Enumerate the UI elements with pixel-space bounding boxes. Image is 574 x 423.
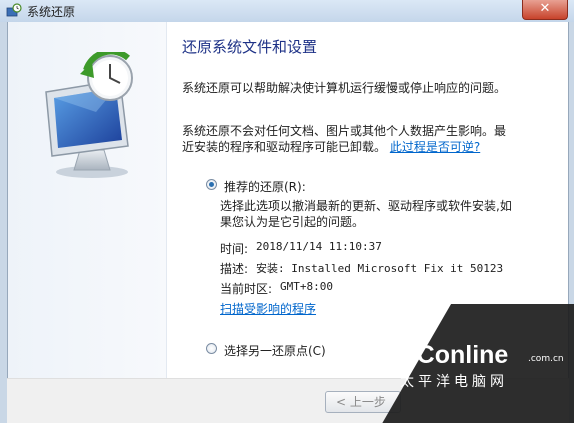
time-label: 时间:: [220, 242, 249, 256]
watermark-brand: PConline: [400, 341, 509, 369]
choose-other-restore-point-label[interactable]: 选择另一还原点(C): [224, 342, 326, 359]
restore-time-row: 时间: 2018/11/14 11:10:37: [220, 240, 520, 256]
watermark-site-name: 太平洋电脑网: [400, 374, 508, 390]
recommended-restore-label[interactable]: 推荐的还原(R):: [224, 178, 306, 195]
restore-description-row: 描述: 安装: Installed Microsoft Fix it 50123: [220, 260, 550, 276]
system-restore-icon: [6, 3, 22, 19]
reversible-link[interactable]: 此过程是否可逆?: [390, 140, 480, 154]
page-title: 还原系统文件和设置: [182, 38, 318, 56]
recommended-restore-description: 选择此选项以撤消最新的更新、驱动程序或软件安装,如果您认为是它引起的问题。: [220, 199, 512, 229]
system-restore-window: 系统还原 ✕ 还原系统文件和设置 系统还原可以帮助解决使计算机运行缓慢或停止响应…: [0, 0, 574, 423]
close-button[interactable]: ✕: [522, 0, 568, 20]
recommended-restore-radio[interactable]: [206, 179, 217, 190]
timezone-value: GMT+8:00: [280, 280, 333, 293]
description-value: 安装: Installed Microsoft Fix it 50123: [256, 262, 504, 275]
watermark-domain: .com.cn: [528, 354, 564, 364]
warning-text: 系统还原不会对任何文档、图片或其他个人数据产生影响。最近安装的程序和驱动程序可能…: [182, 123, 512, 155]
restore-monitor-clock-icon: [36, 48, 146, 182]
description-text: 系统还原可以帮助解决使计算机运行缓慢或停止响应的问题。: [182, 81, 507, 95]
choose-other-restore-point-radio[interactable]: [206, 343, 217, 354]
time-value: 2018/11/14 11:10:37: [256, 240, 382, 253]
recommended-restore-option[interactable]: 推荐的还原(R):: [206, 178, 546, 194]
window-title: 系统还原: [27, 5, 76, 19]
title-bar: 系统还原 ✕: [0, 0, 574, 22]
scan-affected-programs-link[interactable]: 扫描受影响的程序: [220, 300, 316, 317]
timezone-row: 当前时区: GMT+8:00: [220, 280, 520, 296]
choose-other-restore-point-option[interactable]: 选择另一还原点(C): [206, 342, 406, 358]
description-label: 描述:: [220, 262, 249, 276]
side-panel: [8, 22, 167, 378]
timezone-label: 当前时区:: [220, 282, 273, 296]
